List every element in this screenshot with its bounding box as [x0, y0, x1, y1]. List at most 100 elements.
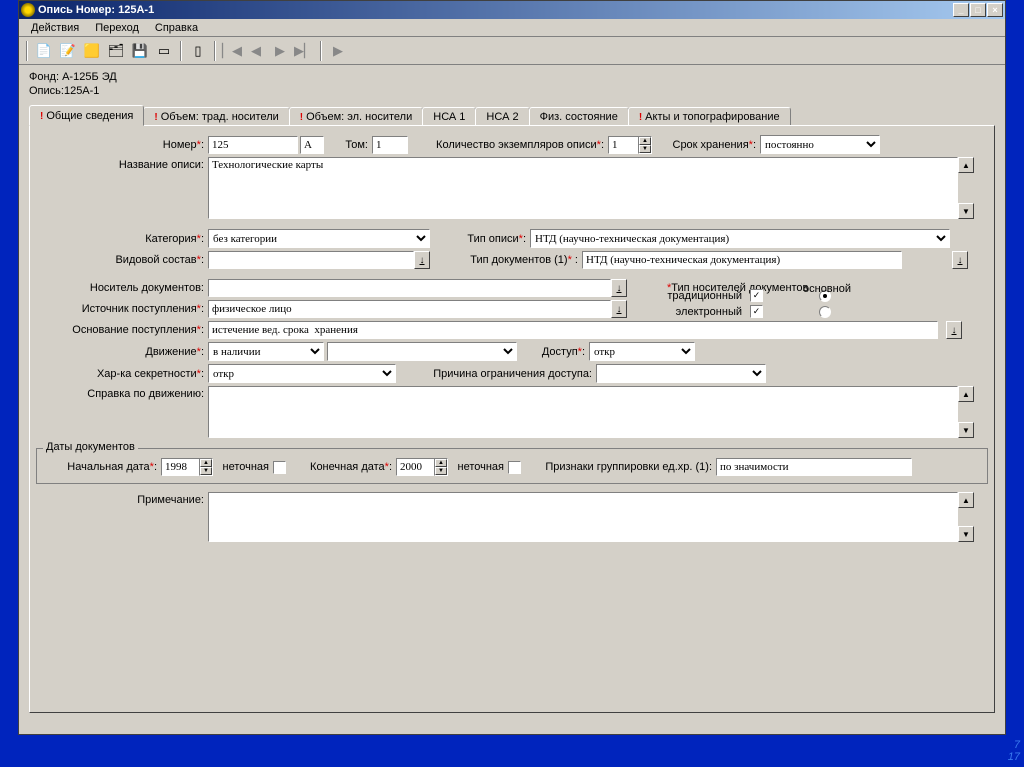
scroll-down-icon[interactable]: ▼: [958, 526, 974, 542]
prev-icon[interactable]: ◀: [245, 40, 267, 62]
opis-label: Опись:: [29, 85, 64, 97]
restrict-reason-select[interactable]: [596, 364, 766, 383]
tab-volume-trad[interactable]: !Объем: трад. носители: [143, 107, 289, 126]
picker-icon[interactable]: ↓: [946, 321, 962, 339]
picker-icon[interactable]: ↓: [952, 251, 968, 269]
species-input[interactable]: [208, 251, 414, 269]
first-icon[interactable]: ▏◀: [221, 40, 243, 62]
app-icon: [21, 3, 35, 17]
toolbar-sep: [214, 41, 216, 61]
tab-panel: Номер*: Том: Количество экземпляров опис…: [29, 125, 995, 713]
tab-general[interactable]: !Общие сведения: [29, 105, 144, 126]
electronic-radio[interactable]: [819, 306, 831, 318]
opis-type-select[interactable]: НТД (научно-техническая документация): [530, 229, 950, 248]
tom-label: Том:: [324, 139, 372, 151]
menu-goto[interactable]: Переход: [87, 20, 147, 36]
start-inexact-checkbox[interactable]: [273, 461, 286, 474]
storage-label: Срок хранения: [673, 139, 749, 151]
spin-down-icon[interactable]: ▼: [435, 467, 447, 475]
layout-icon[interactable]: ▯: [187, 40, 209, 62]
scroll-down-icon[interactable]: ▼: [958, 422, 974, 438]
electronic-checkbox[interactable]: ✓: [750, 305, 763, 318]
note-textarea[interactable]: [208, 492, 958, 542]
doc-type-input[interactable]: [582, 251, 902, 269]
movement-ref-textarea[interactable]: [208, 386, 958, 438]
grouping-input[interactable]: [716, 458, 912, 476]
start-date-spinner[interactable]: ▲▼: [161, 458, 213, 476]
scroll-up-icon[interactable]: ▲: [958, 386, 974, 402]
tom-input[interactable]: [372, 136, 408, 154]
copies-spinner[interactable]: ▲▼: [608, 136, 652, 154]
main-label: основной: [803, 283, 851, 295]
number-input[interactable]: [208, 136, 298, 154]
scroll-up-icon[interactable]: ▲: [958, 492, 974, 508]
opis-type-label: Тип описи: [467, 233, 518, 245]
required-icon: !: [639, 112, 642, 123]
main-window: Опись Номер: 125А-1 _ □ × Действия Перех…: [18, 0, 1006, 735]
menu-help[interactable]: Справка: [147, 20, 206, 36]
tab-nsa1[interactable]: НСА 1: [422, 107, 476, 126]
end-date-spinner[interactable]: ▲▼: [396, 458, 448, 476]
scroll-up-icon[interactable]: ▲: [958, 157, 974, 173]
fund-label: Фонд:: [29, 71, 59, 83]
name-label: Название описи:: [36, 157, 208, 171]
titlebar: Опись Номер: 125А-1 _ □ ×: [19, 1, 1005, 19]
copies-label: Количество экземпляров описи: [436, 139, 597, 151]
opis-value: 125А-1: [64, 85, 99, 97]
spin-down-icon[interactable]: ▼: [200, 467, 212, 475]
grouping-label: Признаки группировки ед.хр. (1):: [521, 461, 716, 473]
carrier-doc-input[interactable]: [208, 279, 611, 297]
traditional-checkbox[interactable]: ✓: [750, 289, 763, 302]
movement-select-2[interactable]: [327, 342, 517, 361]
access-label: Доступ: [542, 346, 578, 358]
menu-actions[interactable]: Действия: [23, 20, 87, 36]
copy-icon[interactable]: 📄: [33, 40, 55, 62]
basis-input[interactable]: [208, 321, 938, 339]
movement-select[interactable]: в наличии: [208, 342, 324, 361]
maximize-button[interactable]: □: [970, 3, 986, 17]
spin-down-icon[interactable]: ▼: [639, 145, 651, 153]
movement-ref-label: Справка по движению:: [36, 386, 208, 400]
close-button[interactable]: ×: [987, 3, 1003, 17]
tab-phys[interactable]: Физ. состояние: [529, 107, 629, 126]
menubar: Действия Переход Справка: [19, 19, 1005, 37]
picker-icon[interactable]: ↓: [611, 300, 627, 318]
corner-numbers: 7 17: [1008, 739, 1020, 763]
spin-up-icon[interactable]: ▲: [435, 459, 447, 467]
tab-nsa2[interactable]: НСА 2: [475, 107, 529, 126]
species-label: Видовой состав: [115, 254, 196, 266]
traditional-label: традиционный: [657, 290, 742, 302]
last-icon[interactable]: ▶▏: [293, 40, 315, 62]
picker-icon[interactable]: ↓: [611, 279, 627, 297]
edit-icon[interactable]: 📝: [57, 40, 79, 62]
calc-icon[interactable]: 🟨: [81, 40, 103, 62]
end-inexact-checkbox[interactable]: [508, 461, 521, 474]
picker-icon[interactable]: ↓: [414, 251, 430, 269]
storage-select[interactable]: постоянно: [760, 135, 880, 154]
scroll-down-icon[interactable]: ▼: [958, 203, 974, 219]
source-input[interactable]: [208, 300, 611, 318]
card-icon[interactable]: ▭: [153, 40, 175, 62]
access-select[interactable]: откр: [589, 342, 695, 361]
dates-fieldset: Даты документов Начальная дата*: ▲▼ нето…: [36, 448, 988, 484]
tab-acts[interactable]: !Акты и топографирование: [628, 107, 791, 126]
tab-volume-el[interactable]: !Объем: эл. носители: [289, 107, 423, 126]
name-textarea[interactable]: Технологические карты: [208, 157, 958, 219]
save-icon[interactable]: 💾: [129, 40, 151, 62]
spin-up-icon[interactable]: ▲: [200, 459, 212, 467]
carrier-doc-label: Носитель документов:: [36, 282, 208, 294]
required-icon: !: [154, 112, 157, 123]
number-label: Номер: [163, 139, 197, 151]
secrecy-select[interactable]: откр: [208, 364, 396, 383]
tab-strip: !Общие сведения !Объем: трад. носители !…: [19, 107, 1005, 126]
folder-icon[interactable]: 🗂: [105, 40, 127, 62]
category-select[interactable]: без категории: [208, 229, 430, 248]
toolbar-sep: [320, 41, 322, 61]
window-title: Опись Номер: 125А-1: [38, 4, 953, 16]
number-suffix-input[interactable]: [300, 136, 324, 154]
next-icon[interactable]: ▶: [269, 40, 291, 62]
flag-icon[interactable]: ▶: [327, 40, 349, 62]
basis-label: Основание поступления: [72, 324, 196, 336]
spin-up-icon[interactable]: ▲: [639, 137, 651, 145]
minimize-button[interactable]: _: [953, 3, 969, 17]
